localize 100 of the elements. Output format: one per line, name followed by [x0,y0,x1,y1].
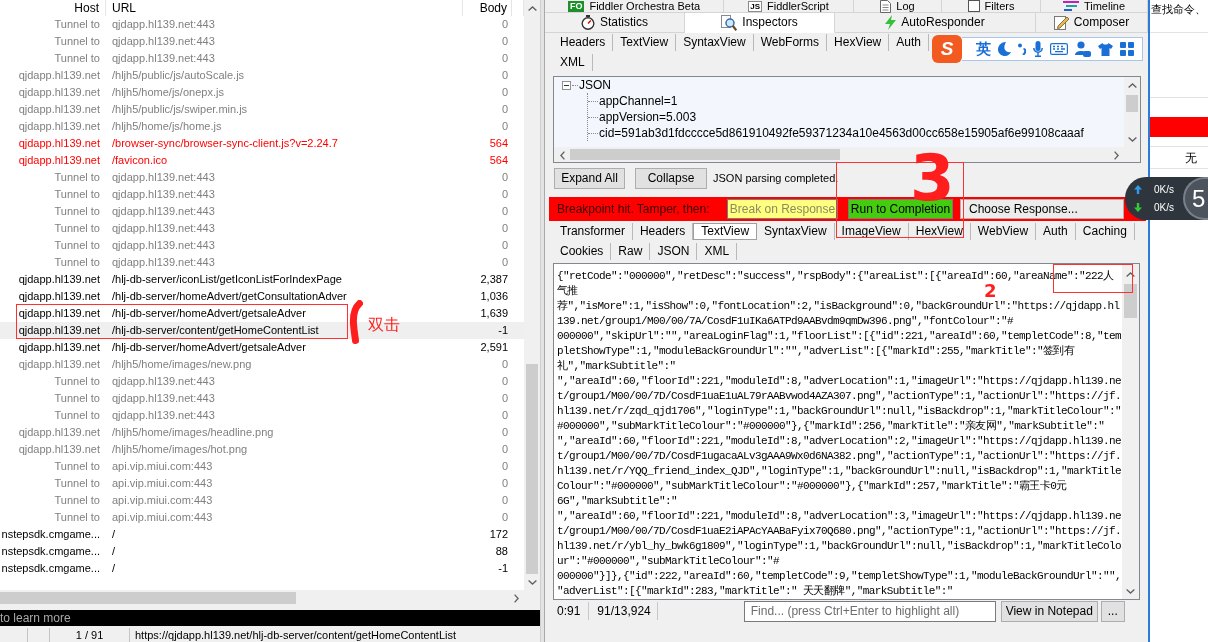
scrollbar[interactable] [1122,264,1139,599]
tab[interactable]: Inspectors [685,13,835,33]
tree-node[interactable]: cid=591ab3d1fdcccce5d861910492fe59371234a10e4563d00cc658e15905af6e99108caaaf [599,125,1084,141]
tab[interactable]: HexView [827,34,890,51]
punctuation-icon[interactable] [1018,43,1026,55]
scrollbar-thumb[interactable] [526,364,538,574]
session-row[interactable]: qjdapp.hl139.net /browser-sync/browser-sync-client.js?v=2.24.7 564 [0,135,524,152]
tab[interactable]: JS FiddlerScript [724,0,854,13]
tab[interactable]: Log [854,0,942,13]
session-row[interactable]: Tunnel to qjdapp.hl139.net:443 0 [0,16,524,33]
microphone-icon[interactable] [1033,41,1043,57]
session-row[interactable]: Tunnel to qjdapp.hl139.net:443 0 [0,50,524,67]
session-row[interactable]: qjdapp.hl139.net /hljh5/home/images/hot.png 0 [0,441,524,458]
session-row[interactable]: Tunnel to qjdapp.hl139.net:443 0 [0,203,524,220]
tab[interactable]: AutoResponder [835,13,1036,33]
tab[interactable]: WebForms [753,34,828,51]
user-icon[interactable] [1075,41,1091,57]
session-row[interactable]: nstepsdk.cmgame... / 88 [0,543,524,560]
collapse-button[interactable]: Collapse [635,168,707,189]
session-row[interactable]: qjdapp.hl139.net /hljh5/public/js/autoScale.js 0 [0,67,524,84]
quickexec-field[interactable]: to learn more [0,610,540,626]
body-size-cell: 1,639 [480,307,508,319]
tab[interactable]: JSON [650,242,698,260]
session-row[interactable]: Tunnel to qjdapp.hl139.net:443 0 [0,373,524,390]
session-row[interactable]: Tunnel to qjdapp.hl139.net:443 0 [0,390,524,407]
session-row[interactable]: qjdapp.hl139.net /hljh5/home/images/new.png 0 [0,356,524,373]
session-row[interactable]: qjdapp.hl139.net /hljh5/home/images/headline.png 0 [0,424,524,441]
more-button[interactable]: ... [1100,600,1125,622]
tab[interactable]: Auth [889,34,929,51]
tab[interactable]: SyntaxView [676,34,754,51]
tab[interactable]: Statistics [545,13,685,33]
tab[interactable]: Auth [1036,222,1076,240]
tree-node[interactable]: appVersion=5.003 [599,109,697,125]
tab[interactable]: FO Fiddler Orchestra Beta [545,0,724,13]
column-header[interactable]: Body [479,1,507,15]
host-cell: qjdapp.hl139.net [18,324,100,336]
shirt-icon[interactable] [1098,42,1113,56]
collapse-icon[interactable] [562,80,571,90]
session-row[interactable]: qjdapp.hl139.net /hljh5/public/js/swiper.min.js 0 [0,101,524,118]
input-mode-toggle[interactable]: 英 [976,40,991,58]
tab[interactable]: Caching [1075,222,1135,240]
session-row[interactable]: nstepsdk.cmgame... / 172 [0,526,524,543]
tab[interactable]: XML [697,242,738,260]
tree-node[interactable]: appChannel=1 [599,93,678,109]
scrollbar-thumb[interactable] [0,592,296,604]
session-row[interactable]: qjdapp.hl139.net /favicon.ico 564 [0,152,524,169]
tab[interactable]: WebView [970,222,1037,240]
tab[interactable]: Timeline [1041,0,1148,13]
tab[interactable]: Cookies [553,242,612,260]
session-row[interactable]: Tunnel to api.vip.miui.com:443 0 [0,509,524,526]
scrollbar-thumb[interactable] [1126,95,1138,112]
host-cell: qjdapp.hl139.net [18,290,100,302]
session-row[interactable]: qjdapp.hl139.net /hlj-db-server/homeAdvert/getsaleAdver 2,591 [0,339,524,356]
scrollbar-thumb[interactable] [570,149,840,160]
session-row[interactable]: Tunnel to qjdapp.hl139.net:443 0 [0,407,524,424]
column-header[interactable]: URL [112,1,136,15]
session-row[interactable]: Tunnel to qjdapp.hl139.net:443 0 [0,186,524,203]
tab[interactable]: XML [553,53,593,71]
moon-icon[interactable] [998,42,1011,56]
tab[interactable]: HexView [908,222,971,240]
code-line: hl139.net/r/ybl_hy_bwk6g1809","loginType":1,"backGroundUrl":null,"isBackdrop":1,"markTitleColo [557,539,1122,554]
scrollbar-thumb[interactable] [1124,284,1137,318]
tab[interactable]: TextView [693,222,758,240]
view-in-notepad-button[interactable]: View in Notepad [1000,600,1098,622]
tab[interactable]: Headers [553,34,614,51]
body-size-cell: 2,591 [480,341,508,353]
tab[interactable]: ImageView [834,222,909,240]
tab[interactable]: Filters [942,0,1041,13]
session-row[interactable]: Tunnel to api.vip.miui.com:443 0 [0,492,524,509]
scrollbar[interactable] [1124,77,1140,147]
host-cell: Tunnel to [54,477,100,489]
grid-icon[interactable] [1120,42,1134,56]
tree-node[interactable]: JSON [579,77,611,93]
expand-all-button[interactable]: Expand All [554,168,625,189]
scrollbar[interactable] [524,0,540,590]
tab[interactable]: TextView [613,34,677,51]
session-row[interactable]: Tunnel to qjdapp.hl139.net:443 0 [0,220,524,237]
tab[interactable]: SyntaxView [757,222,835,240]
session-row[interactable]: qjdapp.hl139.net /hljh5/home/js/home.js 0 [0,118,524,135]
session-row[interactable]: nstepsdk.cmgame... / -1 [0,560,524,577]
session-row[interactable]: Tunnel to qjdapp.hl139.net:443 0 [0,169,524,186]
body-size-cell: 0 [501,494,508,506]
session-row[interactable]: qjdapp.hl139.net /hlj-db-server/iconList/getIconListForIndexPage 2,387 [0,271,524,288]
tab[interactable]: Composer [1036,13,1148,33]
code-line: 气推 [557,284,578,299]
response-dropdown[interactable]: Choose Response... [960,199,1124,219]
tab[interactable]: Raw [611,242,651,260]
session-row[interactable]: Tunnel to qjdapp.hl139.net:443 0 [0,254,524,271]
column-header[interactable]: Host [74,1,99,15]
keyboard-icon[interactable] [1050,43,1068,55]
session-row[interactable]: Tunnel to api.vip.miui.com:443 0 [0,458,524,475]
session-row[interactable]: qjdapp.hl139.net /hlj-db-server/homeAdvert/getConsultationAdver 1,036 [0,288,524,305]
session-row[interactable]: Tunnel to api.vip.miui.com:443 0 [0,475,524,492]
session-row[interactable]: Tunnel to qjdapp.hl139.net:443 0 [0,237,524,254]
url-cell: api.vip.miui.com:443 [112,511,213,523]
step-number: 2 [984,283,997,298]
find-field[interactable]: Find... (press Ctrl+Enter to highlight all) [743,600,996,622]
session-row[interactable]: qjdapp.hl139.net /hljh5/home/js/onepx.js 0 [0,84,524,101]
session-row[interactable]: Tunnel to qjdapp.hl139.net:443 0 [0,33,524,50]
tab[interactable]: Transformer [553,222,633,240]
